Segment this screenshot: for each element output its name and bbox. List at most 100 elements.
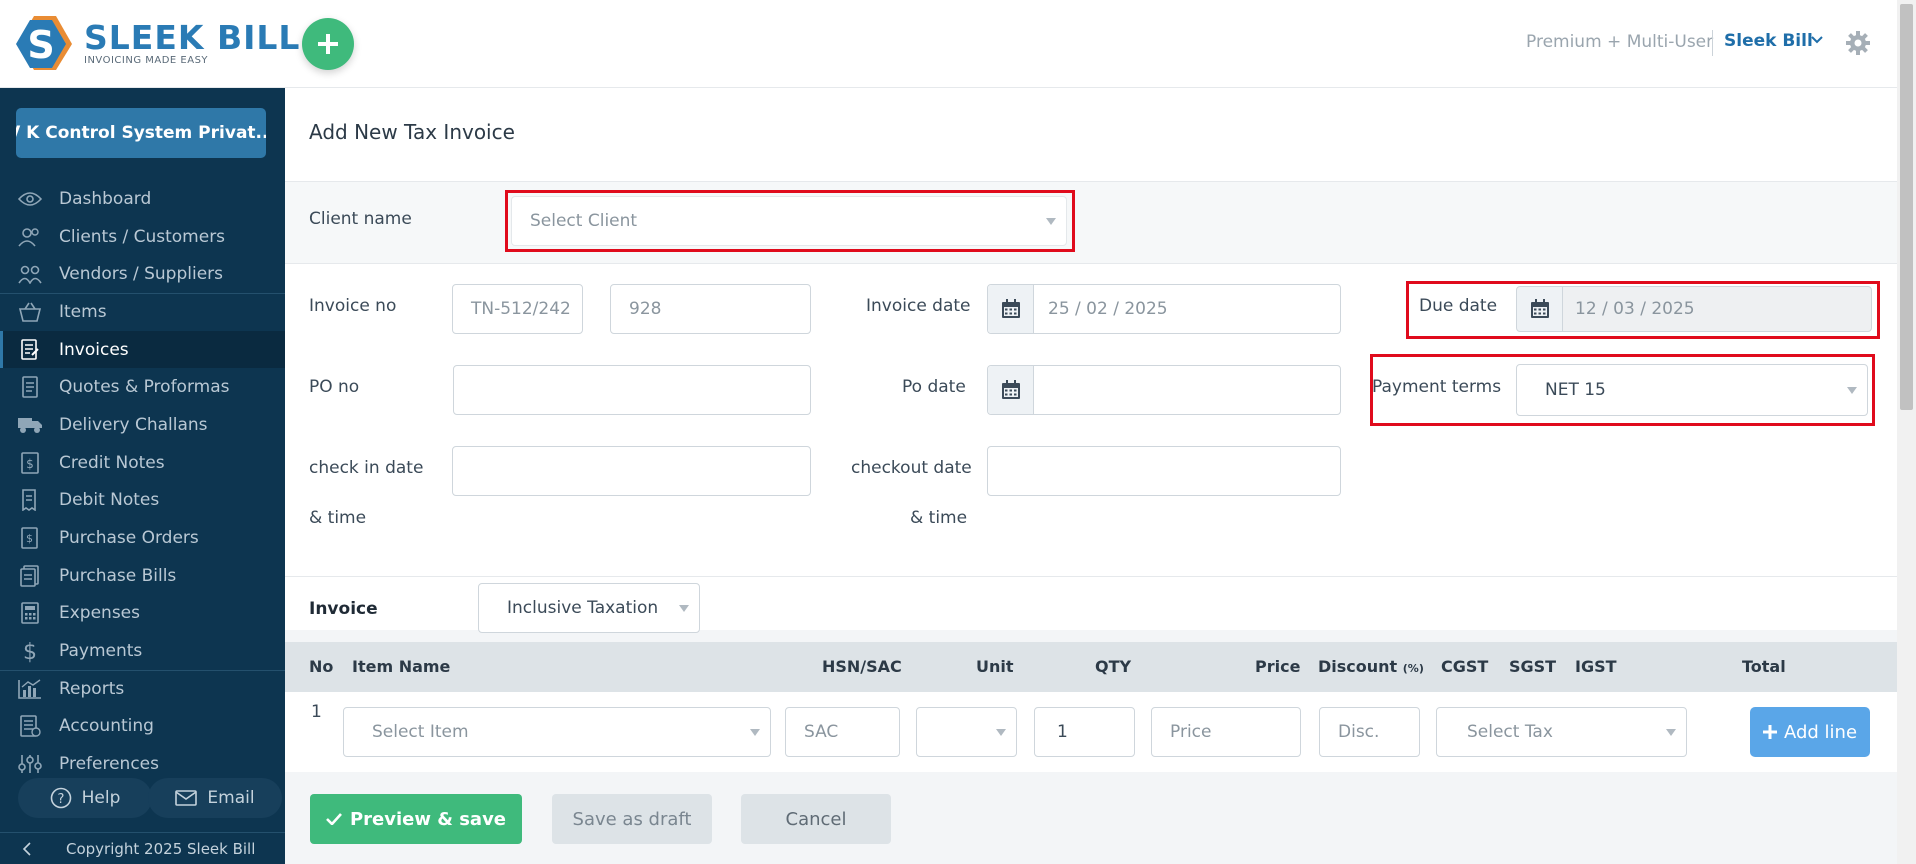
sidebar-item-label: Debit Notes [59, 490, 160, 511]
question-circle-icon: ? [50, 787, 71, 809]
brand-name: SLEEK BILL [84, 17, 301, 57]
header-divider [1712, 30, 1713, 56]
due-date-field[interactable]: 12 / 03 / 2025 [1516, 286, 1872, 332]
ledger-icon [16, 715, 44, 738]
basket-icon [16, 301, 44, 323]
dollar-note-icon: $ [16, 451, 44, 474]
page-scrollbar[interactable] [1897, 0, 1916, 864]
invoice-prefix-field[interactable]: TN-512/242 [452, 284, 583, 334]
cancel-button[interactable]: Cancel [741, 794, 891, 844]
help-button[interactable]: ? Help [18, 778, 152, 818]
sidebar-item-expenses[interactable]: Expenses [0, 595, 285, 633]
calendar-icon[interactable] [988, 285, 1034, 333]
invoice-date-label: Invoice date [866, 296, 971, 316]
taxation-select[interactable]: Inclusive Taxation [478, 583, 700, 633]
calculator-icon [16, 602, 44, 625]
save-draft-button[interactable]: Save as draft [552, 794, 712, 844]
sidebar-item-label: Purchase Bills [59, 565, 177, 586]
sidebar-item-label: Invoices [59, 339, 129, 360]
sidebar-item-label: Delivery Challans [59, 414, 208, 435]
check-icon [326, 813, 342, 825]
sidebar-item-clients[interactable]: Clients / Customers [0, 218, 285, 256]
envelope-icon [175, 790, 198, 806]
item-select-placeholder: Select Item [372, 722, 469, 742]
title-bar: Add New Tax Invoice [285, 88, 1897, 182]
item-select[interactable]: Select Item [343, 707, 771, 757]
sidebar-item-dashboard[interactable]: Dashboard [0, 180, 285, 218]
sidebar-item-invoices[interactable]: Invoices [0, 330, 285, 369]
scrollbar-thumb[interactable] [1900, 4, 1913, 410]
sidebar-item-reports[interactable]: Reports [0, 669, 285, 708]
col-no: No [309, 657, 334, 676]
col-discount: Discount (%) [1318, 657, 1424, 676]
checkin-label: check in date [309, 458, 424, 478]
invoice-number-field[interactable]: 928 [610, 284, 811, 334]
col-hsn-sac: HSN/SAC [822, 657, 902, 676]
invoice-number-value: 928 [629, 299, 662, 319]
sidebar-item-credit-notes[interactable]: $ Credit Notes [0, 444, 285, 482]
due-date-label: Due date [1419, 296, 1498, 316]
add-line-button[interactable]: Add line [1750, 707, 1870, 757]
collapse-sidebar-icon[interactable] [22, 841, 32, 856]
sidebar-item-items[interactable]: Items [0, 293, 285, 331]
dropdown-caret-icon [679, 605, 689, 612]
row-number: 1 [311, 702, 322, 722]
user-menu[interactable]: Sleek Bill [1724, 31, 1813, 51]
po-no-field[interactable] [453, 365, 811, 415]
sidebar-item-label: Credit Notes [59, 452, 165, 473]
sidebar-item-label: Accounting [59, 716, 154, 737]
invoice-date-field[interactable]: 25 / 02 / 2025 [987, 284, 1341, 334]
col-igst: IGST [1575, 657, 1617, 676]
invoice-section-label: Invoice [309, 599, 378, 619]
preview-save-button[interactable]: Preview & save [310, 794, 522, 844]
qty-field[interactable]: 1 [1034, 707, 1135, 757]
checkin-label-line2: & time [309, 508, 367, 528]
sidebar-item-accounting[interactable]: Accounting [0, 708, 285, 746]
checkout-datetime-field[interactable] [987, 446, 1341, 496]
client-select[interactable]: Select Client [511, 196, 1067, 246]
sidebar-item-label: Items [59, 302, 107, 323]
invoice-no-label: Invoice no [309, 296, 397, 316]
unit-select[interactable] [916, 707, 1017, 757]
company-selector-button[interactable]: V K Control System Privat... [16, 108, 266, 158]
help-label: Help [81, 788, 121, 808]
sidebar-item-delivery-challans[interactable]: Delivery Challans [0, 406, 285, 444]
sidebar-item-purchase-orders[interactable]: $ Purchase Orders [0, 519, 285, 557]
po-date-field[interactable] [987, 365, 1341, 415]
calendar-icon[interactable] [988, 366, 1034, 414]
main-content: Add New Tax Invoice Client name Select C… [285, 88, 1897, 864]
bills-icon [16, 564, 44, 587]
col-discount-unit: (%) [1402, 662, 1424, 675]
sliders-icon [16, 753, 44, 775]
quick-add-button[interactable] [302, 18, 354, 70]
form-actions: Preview & save Save as draft Cancel [285, 772, 1897, 864]
taxation-value: Inclusive Taxation [507, 598, 659, 618]
line-item-row: 1 Select Item SAC 1 Price Disc. Select T… [285, 692, 1897, 772]
gear-icon[interactable] [1846, 31, 1870, 55]
sidebar-item-payments[interactable]: $ Payments [0, 632, 285, 670]
qty-value: 1 [1057, 722, 1068, 742]
tax-select[interactable]: Select Tax [1436, 707, 1687, 757]
dropdown-caret-icon [1666, 729, 1676, 736]
payment-terms-select[interactable]: NET 15 [1516, 364, 1868, 416]
price-field[interactable]: Price [1151, 707, 1301, 757]
email-button[interactable]: Email [148, 778, 282, 818]
chart-icon [16, 678, 44, 700]
sac-field[interactable]: SAC [785, 707, 900, 757]
payment-terms-label: Payment terms [1372, 377, 1502, 397]
copyright-text: Copyright 2025 Sleek Bill [66, 839, 256, 858]
dropdown-caret-icon [1847, 387, 1857, 394]
discount-field[interactable]: Disc. [1319, 707, 1420, 757]
client-select-placeholder: Select Client [530, 211, 638, 231]
brand-logo[interactable]: S SLEEK BILL INVOICING MADE EASY [12, 14, 300, 72]
sidebar-item-quotes[interactable]: Quotes & Proformas [0, 368, 285, 406]
sidebar-item-purchase-bills[interactable]: Purchase Bills [0, 557, 285, 595]
calendar-icon[interactable] [1517, 287, 1563, 331]
sidebar-item-debit-notes[interactable]: Debit Notes [0, 482, 285, 520]
col-cgst: CGST [1441, 657, 1489, 676]
chevron-down-icon[interactable] [1811, 36, 1823, 44]
document-icon [16, 376, 44, 399]
sidebar-item-vendors[interactable]: Vendors / Suppliers [0, 255, 285, 293]
checkin-datetime-field[interactable] [452, 446, 811, 496]
vendors-icon [16, 263, 44, 285]
